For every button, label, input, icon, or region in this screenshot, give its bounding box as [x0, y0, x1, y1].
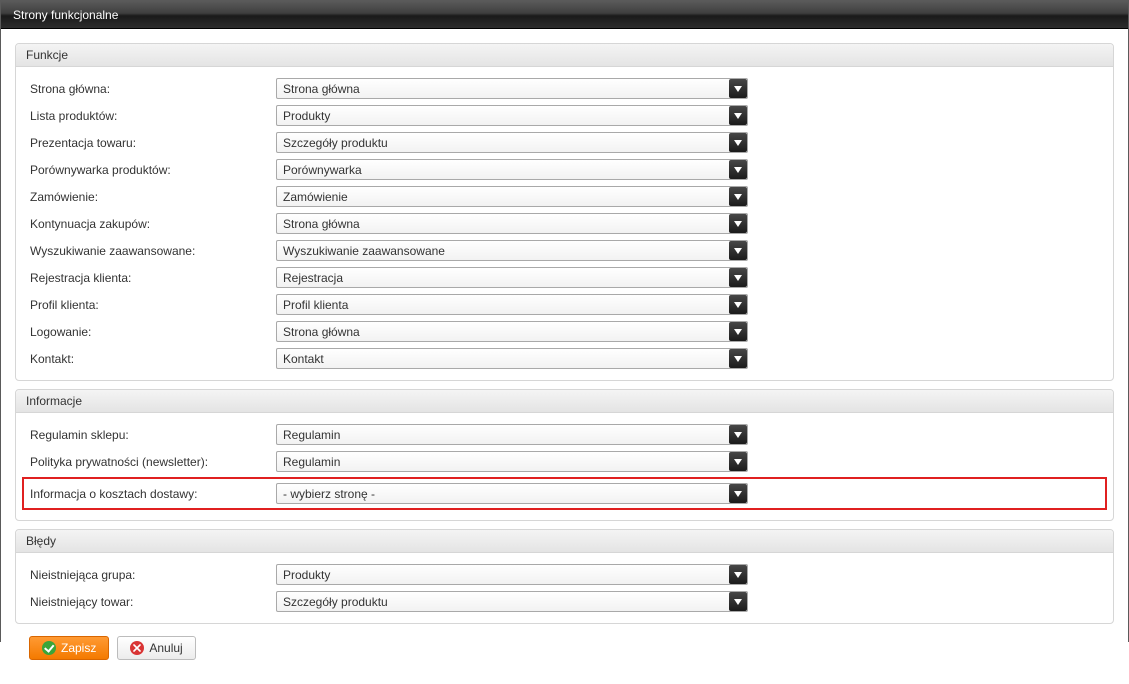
select-wrap: Zamówienie	[276, 186, 748, 207]
select-wrap: Produkty	[276, 105, 748, 126]
page-select[interactable]: Strona główna	[276, 213, 748, 234]
page-select[interactable]: Regulamin	[276, 424, 748, 445]
save-button-label: Zapisz	[61, 641, 96, 655]
section-body-bledy: Nieistniejąca grupa:ProduktyNieistniejąc…	[16, 553, 1113, 623]
form-label: Kontakt:	[30, 352, 276, 366]
form-label: Prezentacja towaru:	[30, 136, 276, 150]
form-label: Nieistniejąca grupa:	[30, 568, 276, 582]
window-titlebar: Strony funkcjonalne	[1, 1, 1128, 29]
cancel-icon	[130, 641, 144, 655]
select-wrap: - wybierz stronę -	[276, 483, 748, 504]
select-wrap: Rejestracja	[276, 267, 748, 288]
form-row: Lista produktów:Produkty	[30, 104, 1099, 127]
select-wrap: Strona główna	[276, 78, 748, 99]
select-wrap: Szczegóły produktu	[276, 132, 748, 153]
footer-toolbar: Zapisz Anuluj	[15, 632, 1114, 670]
page-select[interactable]: Porównywarka	[276, 159, 748, 180]
page-select[interactable]: Szczegóły produktu	[276, 132, 748, 153]
form-row: Logowanie:Strona główna	[30, 320, 1099, 343]
form-row: Prezentacja towaru:Szczegóły produktu	[30, 131, 1099, 154]
page-select[interactable]: Produkty	[276, 105, 748, 126]
form-row: Informacja o kosztach dostawy:- wybierz …	[22, 477, 1107, 510]
section-body-informacje: Regulamin sklepu:RegulaminPolityka prywa…	[16, 413, 1113, 520]
page-select[interactable]: Profil klienta	[276, 294, 748, 315]
section-header-funkcje: Funkcje	[16, 44, 1113, 67]
form-row: Rejestracja klienta:Rejestracja	[30, 266, 1099, 289]
form-label: Rejestracja klienta:	[30, 271, 276, 285]
select-wrap: Regulamin	[276, 424, 748, 445]
section-body-funkcje: Strona główna:Strona głównaLista produkt…	[16, 67, 1113, 380]
form-row: Regulamin sklepu:Regulamin	[30, 423, 1099, 446]
form-row: Strona główna:Strona główna	[30, 77, 1099, 100]
form-row: Polityka prywatności (newsletter):Regula…	[30, 450, 1099, 473]
form-label: Porównywarka produktów:	[30, 163, 276, 177]
form-row: Zamówienie:Zamówienie	[30, 185, 1099, 208]
form-label: Lista produktów:	[30, 109, 276, 123]
select-wrap: Regulamin	[276, 451, 748, 472]
page-select[interactable]: Strona główna	[276, 78, 748, 99]
form-row: Nieistniejąca grupa:Produkty	[30, 563, 1099, 586]
select-wrap: Porównywarka	[276, 159, 748, 180]
page-select[interactable]: Produkty	[276, 564, 748, 585]
page-select[interactable]: Regulamin	[276, 451, 748, 472]
form-label: Informacja o kosztach dostawy:	[30, 487, 276, 501]
select-wrap: Strona główna	[276, 321, 748, 342]
form-label: Wyszukiwanie zaawansowane:	[30, 244, 276, 258]
select-wrap: Produkty	[276, 564, 748, 585]
form-label: Profil klienta:	[30, 298, 276, 312]
window-title: Strony funkcjonalne	[13, 8, 118, 22]
section-header-bledy: Błędy	[16, 530, 1113, 553]
save-button[interactable]: Zapisz	[29, 636, 109, 660]
section-funkcje: Funkcje Strona główna:Strona głównaLista…	[15, 43, 1114, 381]
form-label: Zamówienie:	[30, 190, 276, 204]
form-label: Polityka prywatności (newsletter):	[30, 455, 276, 469]
select-wrap: Strona główna	[276, 213, 748, 234]
form-row: Porównywarka produktów:Porównywarka	[30, 158, 1099, 181]
form-row: Profil klienta:Profil klienta	[30, 293, 1099, 316]
section-header-informacje: Informacje	[16, 390, 1113, 413]
dialog-frame: Strony funkcjonalne Funkcje Strona główn…	[0, 0, 1129, 642]
form-row: Wyszukiwanie zaawansowane:Wyszukiwanie z…	[30, 239, 1099, 262]
form-label: Strona główna:	[30, 82, 276, 96]
dialog-content: Funkcje Strona główna:Strona głównaLista…	[1, 29, 1128, 684]
select-wrap: Wyszukiwanie zaawansowane	[276, 240, 748, 261]
page-select[interactable]: Kontakt	[276, 348, 748, 369]
page-select[interactable]: Wyszukiwanie zaawansowane	[276, 240, 748, 261]
select-wrap: Profil klienta	[276, 294, 748, 315]
page-select[interactable]: Szczegóły produktu	[276, 591, 748, 612]
page-select[interactable]: - wybierz stronę -	[276, 483, 748, 504]
cancel-button[interactable]: Anuluj	[117, 636, 195, 660]
form-label: Regulamin sklepu:	[30, 428, 276, 442]
page-select[interactable]: Rejestracja	[276, 267, 748, 288]
select-wrap: Kontakt	[276, 348, 748, 369]
form-label: Kontynuacja zakupów:	[30, 217, 276, 231]
section-informacje: Informacje Regulamin sklepu:RegulaminPol…	[15, 389, 1114, 521]
page-select[interactable]: Strona główna	[276, 321, 748, 342]
form-row: Kontakt:Kontakt	[30, 347, 1099, 370]
form-label: Nieistniejący towar:	[30, 595, 276, 609]
form-row: Kontynuacja zakupów:Strona główna	[30, 212, 1099, 235]
section-bledy: Błędy Nieistniejąca grupa:ProduktyNieist…	[15, 529, 1114, 624]
cancel-button-label: Anuluj	[149, 641, 182, 655]
page-select[interactable]: Zamówienie	[276, 186, 748, 207]
select-wrap: Szczegóły produktu	[276, 591, 748, 612]
ok-icon	[42, 641, 56, 655]
form-row: Nieistniejący towar:Szczegóły produktu	[30, 590, 1099, 613]
form-label: Logowanie:	[30, 325, 276, 339]
